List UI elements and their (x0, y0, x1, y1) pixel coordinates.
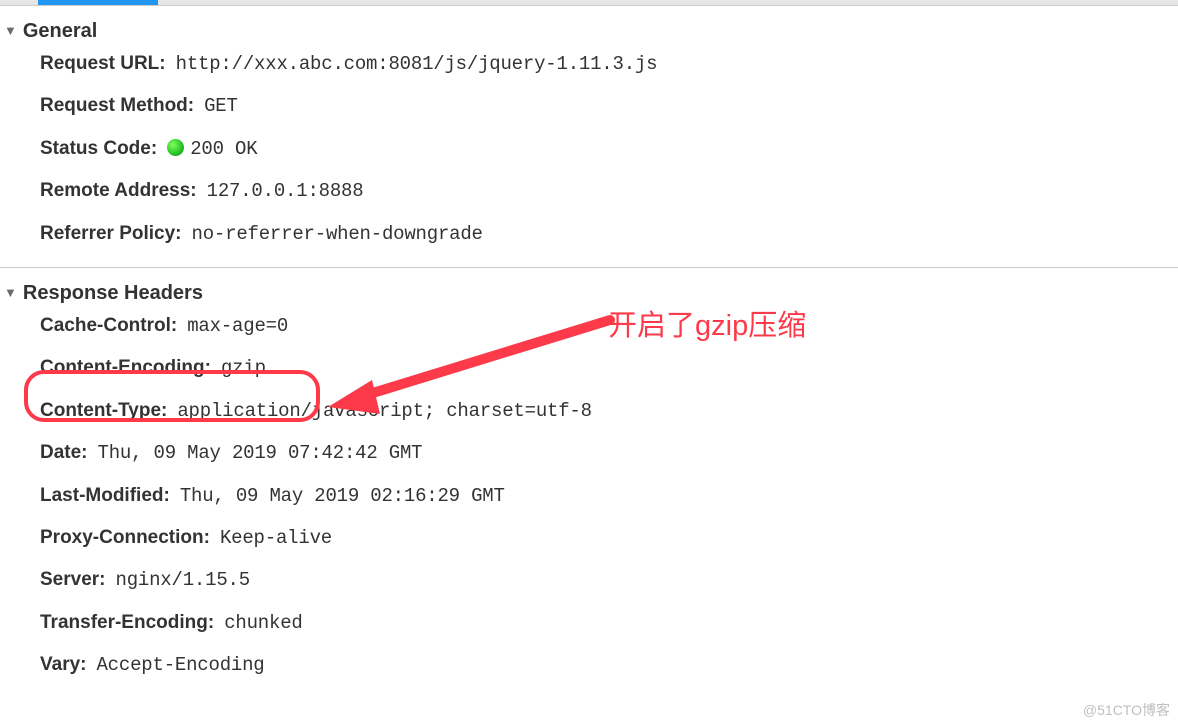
header-value: nginx/1.15.5 (116, 565, 250, 595)
header-row: Request Method: GET (0, 85, 1178, 127)
header-value: 127.0.0.1:8888 (207, 176, 364, 206)
header-value: Accept-Encoding (96, 650, 264, 680)
header-row: Last-Modified: Thu, 09 May 2019 02:16:29… (0, 475, 1178, 517)
header-row: Status Code: 200 OK (0, 128, 1178, 170)
section-header-response[interactable]: ▼ Response Headers (0, 282, 1178, 305)
header-key: Server: (40, 565, 106, 595)
active-tab-indicator (38, 0, 158, 5)
header-value: no-referrer-when-downgrade (192, 219, 483, 249)
section-header-general[interactable]: ▼ General (0, 20, 1178, 43)
header-row: Transfer-Encoding: chunked (0, 602, 1178, 644)
header-row: Proxy-Connection: Keep-alive (0, 517, 1178, 559)
section-title: General (23, 20, 97, 43)
header-key: Request Method: (40, 91, 194, 121)
status-text: 200 OK (190, 138, 257, 160)
section-title: Response Headers (23, 282, 203, 305)
header-value: 200 OK (167, 134, 257, 164)
header-value: gzip (221, 353, 266, 383)
header-key: Last-Modified: (40, 481, 170, 511)
header-key: Vary: (40, 650, 86, 680)
header-key: Transfer-Encoding: (40, 608, 214, 638)
header-row: Server: nginx/1.15.5 (0, 559, 1178, 601)
header-value: application/javascript; charset=utf-8 (177, 396, 591, 426)
header-value: Keep-alive (220, 523, 332, 553)
watermark: @51CTO博客 (1083, 700, 1170, 720)
section-response-headers: ▼ Response Headers Cache-Control: max-ag… (0, 268, 1178, 699)
header-key: Status Code: (40, 134, 157, 164)
header-value: http://xxx.abc.com:8081/js/jquery-1.11.3… (176, 49, 658, 79)
header-row: Referrer Policy: no-referrer-when-downgr… (0, 213, 1178, 255)
status-ok-icon (167, 139, 184, 156)
header-key: Referrer Policy: (40, 219, 182, 249)
header-row: Cache-Control: max-age=0 (0, 305, 1178, 347)
header-key: Date: (40, 438, 88, 468)
tab-bar (0, 0, 1178, 6)
chevron-down-icon: ▼ (4, 285, 17, 300)
header-key: Request URL: (40, 49, 166, 79)
header-row: Request URL: http://xxx.abc.com:8081/js/… (0, 43, 1178, 85)
header-row: Vary: Accept-Encoding (0, 644, 1178, 686)
header-row: Date: Thu, 09 May 2019 07:42:42 GMT (0, 432, 1178, 474)
header-value: chunked (224, 608, 302, 638)
header-key: Cache-Control: (40, 311, 177, 341)
header-value: Thu, 09 May 2019 07:42:42 GMT (98, 438, 423, 468)
header-key: Content-Type: (40, 396, 167, 426)
header-key: Proxy-Connection: (40, 523, 210, 553)
header-value: Thu, 09 May 2019 02:16:29 GMT (180, 481, 505, 511)
header-row-content-encoding: Content-Encoding: gzip (0, 347, 1178, 389)
header-key: Content-Encoding: (40, 353, 211, 383)
header-value: GET (204, 91, 238, 121)
header-key: Remote Address: (40, 176, 197, 206)
header-value: max-age=0 (187, 311, 288, 341)
section-general: ▼ General Request URL: http://xxx.abc.co… (0, 6, 1178, 268)
header-row: Content-Type: application/javascript; ch… (0, 390, 1178, 432)
header-row: Remote Address: 127.0.0.1:8888 (0, 170, 1178, 212)
chevron-down-icon: ▼ (4, 23, 17, 38)
